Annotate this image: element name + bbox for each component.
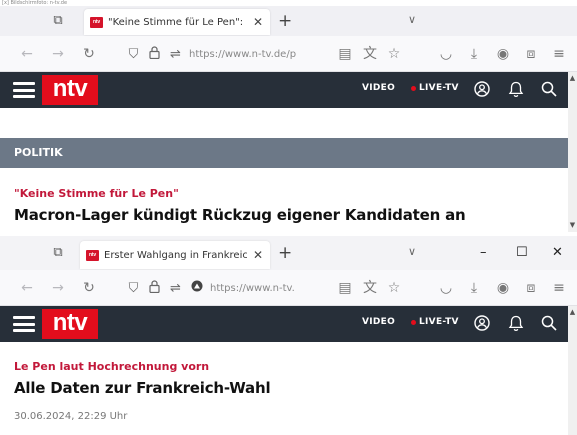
article-date: 30.06.2024, 22:29 Uhr bbox=[14, 411, 128, 422]
forward-icon[interactable]: → bbox=[49, 279, 67, 297]
navigation-bar: ← → ↻ ⛉ ⇌ https://www.n-tv. ▤ 文 ☆ ◡ ⤓ ◉ … bbox=[0, 270, 577, 306]
page-content: Le Pen laut Hochrechnung vorn Alle Daten… bbox=[0, 342, 577, 435]
app-menu-icon[interactable]: ≡ bbox=[550, 45, 568, 63]
scroll-up-arrow-icon[interactable]: ▲ bbox=[568, 308, 577, 317]
maximize-button[interactable]: ☐ bbox=[516, 245, 528, 261]
shield-icon[interactable]: ⛉ bbox=[126, 281, 141, 296]
permissions-icon[interactable]: ⇌ bbox=[168, 47, 183, 62]
section-label[interactable]: POLITIK bbox=[0, 138, 568, 168]
reload-icon[interactable]: ↻ bbox=[80, 45, 98, 63]
site-header: ntv VIDEO LIVE-TV bbox=[0, 72, 577, 108]
forward-icon[interactable]: → bbox=[49, 45, 67, 63]
translate-icon[interactable]: 文 bbox=[361, 45, 379, 63]
close-window-button[interactable]: ✕ bbox=[552, 245, 563, 261]
pocket-icon[interactable]: ◡ bbox=[437, 45, 455, 63]
reader-view-icon[interactable]: ▤ bbox=[336, 45, 354, 63]
live-tv-link[interactable]: LIVE-TV bbox=[419, 317, 459, 327]
browser-window-2: ⧉ ntv Erster Wahlgang in Frankreich: ✕ +… bbox=[0, 236, 577, 435]
tab-bar: ⧉ ntv "Keine Stimme für Le Pen": Ma ✕ + … bbox=[0, 6, 577, 36]
tab-bar: ⧉ ntv Erster Wahlgang in Frankreich: ✕ +… bbox=[0, 236, 577, 270]
url-text[interactable]: https://www.n-tv. bbox=[210, 283, 295, 294]
ntv-logo[interactable]: ntv bbox=[42, 75, 98, 105]
tracking-protection-icon[interactable] bbox=[189, 280, 204, 296]
article-kicker[interactable]: Le Pen laut Hochrechnung vorn bbox=[14, 360, 209, 373]
user-account-icon[interactable] bbox=[472, 78, 492, 100]
tab-list-icon[interactable]: ⧉ bbox=[50, 14, 66, 28]
reload-icon[interactable]: ↻ bbox=[80, 279, 98, 297]
tab-title: "Keine Stimme für Le Pen": Ma bbox=[108, 16, 247, 28]
lock-icon[interactable] bbox=[147, 45, 162, 63]
account-icon[interactable]: ◉ bbox=[494, 45, 512, 63]
lock-icon[interactable] bbox=[147, 279, 162, 297]
bookmark-star-icon[interactable]: ☆ bbox=[385, 45, 403, 63]
ntv-logo[interactable]: ntv bbox=[42, 309, 98, 339]
translate-icon[interactable]: 文 bbox=[361, 279, 379, 297]
back-icon[interactable]: ← bbox=[18, 279, 36, 297]
download-icon[interactable]: ⤓ bbox=[465, 279, 483, 297]
notifications-bell-icon[interactable] bbox=[506, 78, 526, 100]
tab-active[interactable]: ntv Erster Wahlgang in Frankreich: ✕ bbox=[80, 241, 270, 269]
video-link[interactable]: VIDEO bbox=[362, 317, 395, 327]
ntv-favicon-icon: ntv bbox=[86, 249, 99, 261]
tab-overflow-icon[interactable]: ∨ bbox=[408, 13, 416, 26]
permissions-icon[interactable]: ⇌ bbox=[168, 281, 183, 296]
new-tab-button[interactable]: + bbox=[278, 12, 292, 30]
tab-active[interactable]: ntv "Keine Stimme für Le Pen": Ma ✕ bbox=[84, 9, 270, 35]
account-icon[interactable]: ◉ bbox=[494, 279, 512, 297]
bookmark-star-icon[interactable]: ☆ bbox=[385, 279, 403, 297]
tab-close-icon[interactable]: ✕ bbox=[252, 15, 264, 29]
tab-list-icon[interactable]: ⧉ bbox=[50, 246, 66, 260]
extensions-icon[interactable]: ⧈ bbox=[522, 45, 540, 63]
live-dot-icon bbox=[411, 320, 416, 325]
tab-overflow-icon[interactable]: ∨ bbox=[408, 245, 416, 258]
ntv-favicon-icon: ntv bbox=[90, 16, 103, 28]
search-icon[interactable] bbox=[539, 78, 559, 100]
hamburger-menu-icon[interactable] bbox=[13, 316, 35, 332]
hamburger-menu-icon[interactable] bbox=[13, 82, 35, 98]
scroll-up-arrow-icon[interactable]: ▲ bbox=[568, 74, 577, 83]
live-dot-icon bbox=[411, 86, 416, 91]
user-account-icon[interactable] bbox=[472, 312, 492, 334]
url-text[interactable]: https://www.n-tv.de/p bbox=[189, 49, 296, 60]
extensions-icon[interactable]: ⧈ bbox=[522, 279, 540, 297]
site-header: ntv VIDEO LIVE-TV bbox=[0, 306, 577, 342]
notifications-bell-icon[interactable] bbox=[506, 312, 526, 334]
search-icon[interactable] bbox=[539, 312, 559, 334]
new-tab-button[interactable]: + bbox=[278, 244, 292, 262]
tab-close-icon[interactable]: ✕ bbox=[252, 248, 264, 262]
address-bar[interactable]: ⛉ ⇌ https://www.n-tv. bbox=[126, 276, 336, 300]
browser-window-1: ⧉ ntv "Keine Stimme für Le Pen": Ma ✕ + … bbox=[0, 6, 577, 232]
pocket-icon[interactable]: ◡ bbox=[437, 279, 455, 297]
shield-icon[interactable]: ⛉ bbox=[126, 47, 141, 62]
article-kicker[interactable]: "Keine Stimme für Le Pen" bbox=[14, 187, 179, 200]
reader-view-icon[interactable]: ▤ bbox=[336, 279, 354, 297]
app-menu-icon[interactable]: ≡ bbox=[550, 279, 568, 297]
article-headline[interactable]: Macron-Lager kündigt Rückzug eigener Kan… bbox=[14, 206, 466, 224]
article-headline[interactable]: Alle Daten zur Frankreich-Wahl bbox=[14, 379, 271, 397]
page-content: POLITIK "Keine Stimme für Le Pen" Macron… bbox=[0, 108, 577, 232]
live-tv-link[interactable]: LIVE-TV bbox=[419, 83, 459, 93]
back-icon[interactable]: ← bbox=[18, 45, 36, 63]
download-icon[interactable]: ⤓ bbox=[465, 45, 483, 63]
video-link[interactable]: VIDEO bbox=[362, 83, 395, 93]
tab-title: Erster Wahlgang in Frankreich: bbox=[104, 249, 247, 261]
minimize-button[interactable]: – bbox=[480, 245, 487, 261]
navigation-bar: ← → ↻ ⛉ ⇌ https://www.n-tv.de/p ▤ 文 ☆ ◡ … bbox=[0, 36, 577, 72]
